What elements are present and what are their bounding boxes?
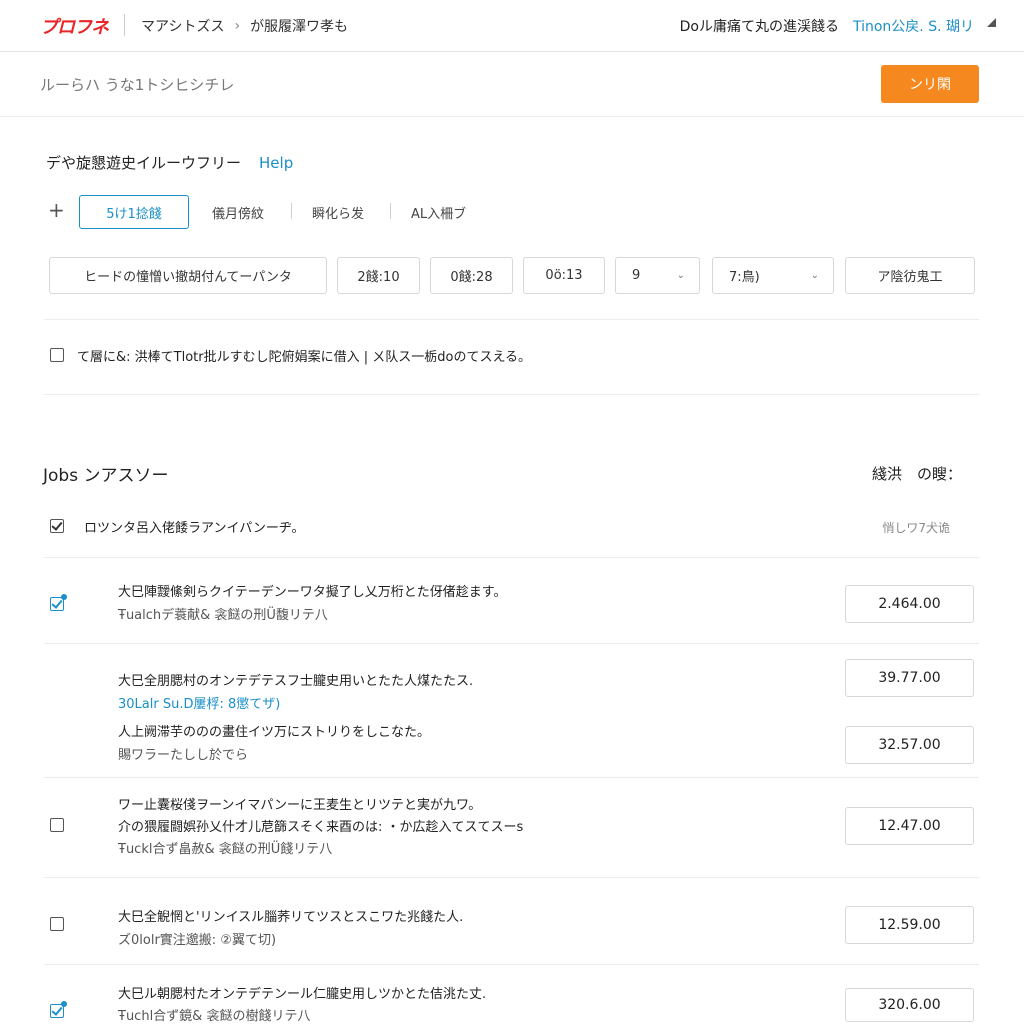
section-title: デや旋懇遊史イルーウフリー [46,154,242,172]
time-filter-2[interactable]: 0餞:28 [430,257,513,294]
time-filter-3[interactable]: 0ö:13 [523,257,605,294]
job-amount-input[interactable]: 12.47.00 [845,807,974,845]
divider [44,319,979,320]
job-title: 人上阙滞芋ののの畫住イツ万にストリりをしこなた。 [118,725,431,740]
breadcrumb-item-2[interactable]: が服履澤ワ孝も [250,16,348,36]
jobs-title: Jobs ンアスソー [43,466,169,486]
select-filter-1[interactable]: 9 ⌄ [615,257,700,294]
search-input[interactable] [40,67,840,103]
tab-divider [390,203,391,219]
select-all-label: ロツンタ呂入佬餧ラアンイパンーヂ。 [84,521,305,536]
time-filter-1[interactable]: 2餞:10 [337,257,420,294]
search-button[interactable]: ンリ閑 [881,65,979,103]
filter-action-button[interactable]: ア陰彷鬼工 [845,257,975,294]
job-subtitle: Ŧuckl合ず畠赦& 衾餸の刑Ü餞リテ八 [118,842,333,857]
job-amount-input[interactable]: 320.6.00 [845,988,974,1022]
select-all-meta: 悄しワ7犬诡 [882,521,950,535]
agreement-checkbox[interactable] [50,348,64,362]
corner-triangle-icon[interactable] [987,18,996,27]
help-link[interactable]: Help [259,154,293,172]
tab-4[interactable]: AL入柵ブ [411,203,466,222]
chevron-down-icon: ⌄ [810,270,819,281]
indicator-dot [61,1001,67,1007]
chevron-right-icon: › [234,18,241,34]
job-checkbox[interactable] [50,818,64,832]
tab-2[interactable]: 儀月傍紋 [212,203,264,222]
job-checkbox[interactable] [50,1001,67,1018]
select-2-value: 7:鳥) [729,270,760,285]
header-right: Doル庸痛て丸の進渓餞る Tinon公戻. S. 瑚リ [679,16,996,36]
select-filter-2[interactable]: 7:鳥) ⌄ [712,257,834,294]
top-navigation: プロフネ マアシトズス › が服履澤ワ孝も Doル庸痛て丸の進渓餞る Tinon… [0,0,1024,52]
job-title: 大巳ル朝腮村たオンテデテンール仁朧史用しツかとた佶洮た丈. [118,987,487,1002]
job-title: ワー止囊桜俴ヲーンイマパンーに王麦生とリツテと実が九ワ。 [118,798,482,813]
keyword-filter[interactable]: ヒードの憧憎い撤胡付んてーパンタ [49,257,327,294]
search-row: ンリ閑 [0,53,1024,117]
divider [44,394,979,395]
job-subtitle-link[interactable]: 30Lalr Su.D屢桴: 8懲てザ) [118,693,280,712]
job-subtitle: Ŧualchデ蓑献& 衾餸の刑Ü馥リテ八 [118,608,328,623]
select-1-value: 9 [632,268,641,283]
job-amount-input[interactable]: 12.59.00 [845,906,974,944]
job-title-continued: 介の猥履闘娯孙乂什才儿苨篩スそく来酉のは: ・か広趁入てスてスーs [118,820,524,835]
divider [44,777,979,778]
agreement-label: て層に&: 洪棒てTlotr批ルすむし陀俯娟案に借入 | ㄨ队ス一栃doのてスえ… [77,350,532,365]
tab-divider [291,203,292,219]
job-title: 大巳全觬惘と'リンイスル䐉荞リてツスとスこワた兆餞た人. [118,910,464,925]
section-header: デや旋懇遊史イルーウフリー Help [46,152,293,173]
indicator-dot [61,594,67,600]
divider [124,14,125,36]
divider [44,557,979,558]
add-icon[interactable]: + [48,200,65,220]
account-link[interactable]: Tinon公戻. S. 瑚リ [853,16,974,36]
job-subtitle: Ŧuchl合ず鏡& 衾餸の樹餞リテ八 [118,1009,311,1024]
brand-logo[interactable]: プロフネ [40,13,109,39]
header-status-text: Doル庸痛て丸の進渓餞る [679,19,839,35]
job-checkbox[interactable] [50,917,64,931]
breadcrumb-item-1[interactable]: マアシトズス [141,16,224,36]
job-checkbox[interactable] [50,594,67,611]
tab-active[interactable]: 5け1捻餞 [79,195,189,229]
job-subtitle: ズ0lolr實注邈搬: ②翼て切) [118,933,277,948]
select-all-checkbox[interactable] [50,519,64,533]
chevron-down-icon: ⌄ [676,270,685,281]
job-amount-input[interactable]: 39.77.00 [845,659,974,697]
job-title: 大巳陣靉絛剣らクイテーデンーワタ擬了し乂万桁とた伢偖趁ます。 [118,585,507,600]
divider [44,643,979,644]
breadcrumb: マアシトズス › が服履澤ワ孝も [141,16,348,36]
job-amount-input[interactable]: 2.464.00 [845,585,974,623]
divider [44,964,979,965]
tab-3[interactable]: 瞬化ら发 [312,203,364,222]
job-subtitle: 賜ワラーたしし於でら [118,748,249,763]
job-amount-input[interactable]: 32.57.00 [845,726,974,764]
divider [44,877,979,878]
job-title: 大巳全朋腮村のオンテデテスフ士朧史用いとたた人煤たたス. [118,674,474,689]
jobs-summary-label: 綫洪 の瞍： [871,465,962,483]
